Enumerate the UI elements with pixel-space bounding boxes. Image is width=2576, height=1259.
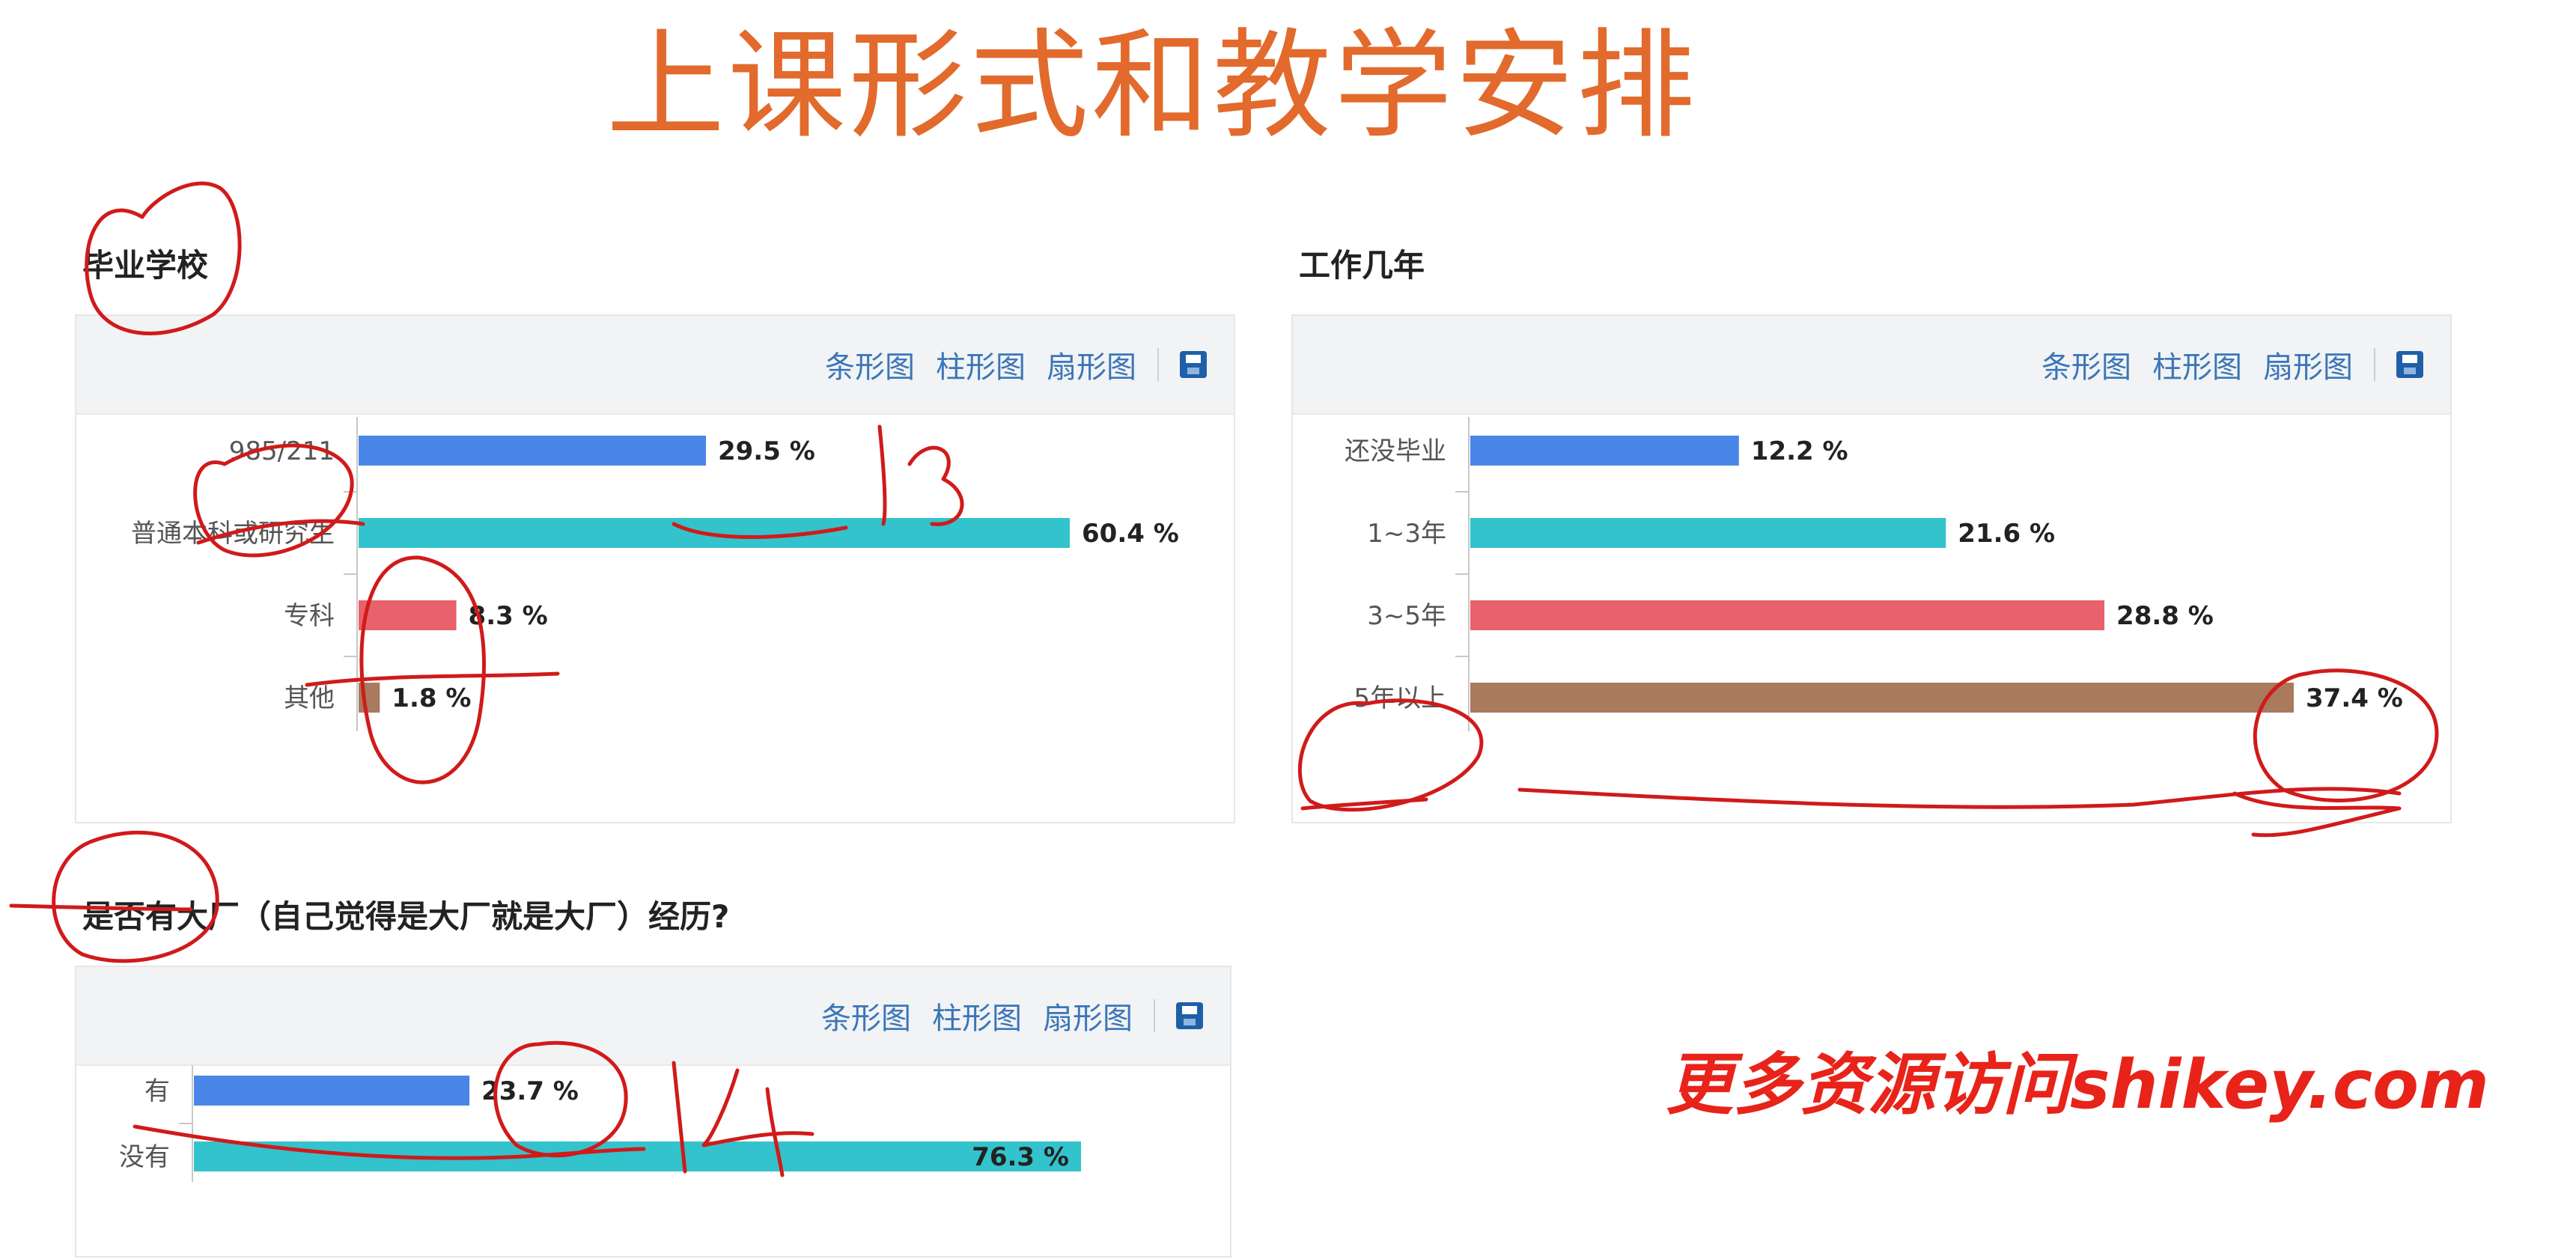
category-label: 没有 (119, 1142, 170, 1172)
category-label: 3~5年 (1367, 601, 1446, 631)
value-label: 21.6 % (1958, 519, 2055, 549)
value-label: 60.4 % (1082, 519, 1179, 549)
watermark-text: 更多资源访问shikey.com (1666, 1046, 2489, 1124)
bar[interactable] (1470, 518, 1946, 548)
chart-panel-big-company: 条形图 柱形图 扇形图 有 23.7 % 没有 76.3 % (75, 966, 1231, 1258)
value-label: 76.3 % (972, 1142, 1069, 1172)
value-label: 29.5 % (718, 436, 815, 466)
bar-chart-big-company: 有 23.7 % 没有 76.3 % (119, 1065, 1081, 1182)
bar-chart-work-years: 还没毕业 12.2 % 1~3年 21.6 % 3~5年 28.8 % 5年以上 37.4 % (1345, 417, 2403, 731)
value-label: 37.4 % (2306, 683, 2403, 713)
chart-title-graduation-school: 毕业学校 (82, 247, 209, 284)
bar[interactable] (1470, 600, 2105, 630)
chart-title-big-company: 是否有大厂（自己觉得是大厂就是大厂）经历? (82, 898, 730, 935)
bar[interactable] (194, 1141, 1081, 1171)
bar[interactable] (359, 436, 706, 466)
chart-panel-graduation-school: 条形图 柱形图 扇形图 985/211 29.5 % 普通本科或研究生 60.4 % 专… (75, 314, 1235, 823)
chart-title-work-years: 工作几年 (1299, 247, 1425, 284)
bar[interactable] (1470, 683, 2294, 713)
category-label: 专科 (284, 601, 335, 631)
bar[interactable] (359, 683, 380, 713)
category-label: 有 (144, 1076, 170, 1106)
category-label: 普通本科或研究生 (131, 519, 335, 549)
category-label: 其他 (284, 683, 335, 713)
bar[interactable] (359, 518, 1070, 548)
value-label: 28.8 % (2116, 601, 2214, 631)
bar[interactable] (1470, 436, 1739, 466)
category-label: 1~3年 (1367, 519, 1446, 549)
category-label: 还没毕业 (1345, 436, 1446, 466)
value-label: 8.3 % (469, 601, 548, 631)
category-label: 5年以上 (1354, 683, 1446, 713)
category-label: 985/211 (229, 436, 335, 466)
value-label: 12.2 % (1751, 436, 1848, 466)
chart-panel-work-years: 条形图 柱形图 扇形图 还没毕业 12.2 % 1~3年 21.6 % 3~5年 28.8… (1291, 314, 2452, 823)
bar-chart-graduation-school: 985/211 29.5 % 普通本科或研究生 60.4 % 专科 8.3 % 其他 1.8 … (131, 417, 1179, 731)
slide-title: 上课形式和教学安排 (606, 17, 1698, 155)
value-label: 23.7 % (481, 1076, 579, 1106)
bar[interactable] (359, 600, 457, 630)
value-label: 1.8 % (392, 683, 471, 713)
bar[interactable] (194, 1076, 470, 1106)
